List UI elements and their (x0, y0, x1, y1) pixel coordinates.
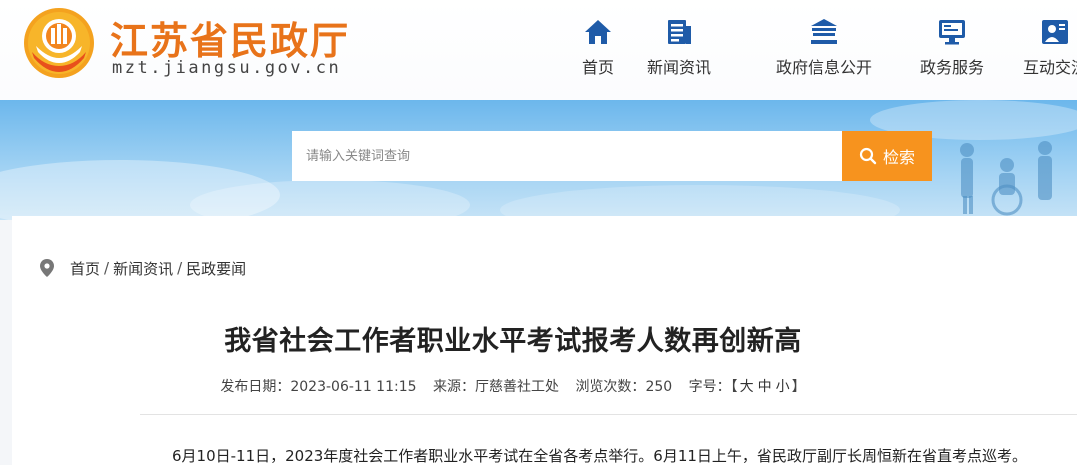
font-size-selector: 字号：【大中小】 (689, 379, 806, 395)
breadcrumb: 首页 / 新闻资讯 / 民政要闻 (40, 256, 246, 280)
source-meta: 来源：厅慈善社工处 (433, 379, 559, 395)
views-meta: 浏览次数：250 (575, 379, 672, 395)
search-input[interactable] (292, 131, 842, 181)
breadcrumb-link-civil-affairs-news[interactable]: 民政要闻 (186, 258, 246, 279)
nav-label-interaction: 互动交流 (1022, 58, 1077, 77)
elderly-silhouette-decoration (960, 141, 1052, 216)
font-size-bracket-open: 【 (730, 379, 738, 395)
site-domain: mzt.jiangsu.gov.cn (112, 58, 342, 78)
font-size-medium-button[interactable]: 中 (758, 379, 772, 395)
civil-affairs-emblem-icon (24, 8, 94, 78)
nav-item-gov-info[interactable]: 政府信息公开 (754, 14, 894, 84)
font-size-small-button[interactable]: 小 (776, 379, 790, 395)
nav-item-interaction[interactable]: 互动交流 (1000, 14, 1077, 84)
article-meta: 发布日期：2023-06-11 11:15 来源：厅慈善社工处 浏览次数：250… (12, 376, 1014, 396)
breadcrumb-link-news[interactable]: 新闻资讯 (113, 258, 173, 279)
nav-label-gov-info: 政府信息公开 (775, 58, 872, 77)
nav-label-services: 政务服务 (919, 58, 984, 77)
article-paragraph: 6月10日-11日，2023年度社会工作者职业水平考试在全省各考点举行。6月11… (172, 447, 1027, 465)
source-value: 厅慈善社工处 (474, 379, 559, 395)
publish-date: 2023-06-11 11:15 (290, 379, 417, 395)
publish-date-label: 发布日期： (220, 379, 291, 395)
government-building-icon (811, 19, 837, 44)
breadcrumb-link-home[interactable]: 首页 (70, 258, 100, 279)
location-pin-icon (40, 259, 54, 277)
search-icon (859, 147, 877, 165)
font-size-label: 字号： (688, 379, 731, 395)
search-button-label: 检索 (882, 148, 915, 167)
views-count: 250 (645, 379, 673, 395)
hero-banner: 检索 (0, 100, 1077, 220)
breadcrumb-separator: / (177, 259, 183, 277)
news-icon (668, 20, 691, 44)
search-button[interactable]: 检索 (842, 131, 932, 181)
font-size-bracket-close: 】 (791, 379, 806, 395)
nav-label-news: 新闻资讯 (646, 58, 711, 77)
site-header: 江苏省民政厅 mzt.jiangsu.gov.cn 首页 新闻资讯 政府信息公开… (0, 0, 1077, 100)
article-title: 我省社会工作者职业水平考试报考人数再创新高 (224, 326, 802, 357)
monitor-icon (939, 20, 965, 45)
meta-divider (140, 414, 1077, 415)
nav-item-services[interactable]: 政务服务 (897, 14, 1007, 84)
publish-date-meta: 发布日期：2023-06-11 11:15 (220, 379, 416, 395)
home-icon (585, 20, 611, 44)
nav-item-news[interactable]: 新闻资讯 (624, 14, 734, 84)
views-label: 浏览次数： (575, 379, 646, 395)
source-label: 来源： (432, 379, 475, 395)
font-size-large-button[interactable]: 大 (740, 379, 754, 395)
site-logo[interactable]: 江苏省民政厅 mzt.jiangsu.gov.cn (22, 6, 402, 86)
breadcrumb-separator: / (104, 259, 110, 277)
site-name: 江苏省民政厅 (110, 18, 351, 63)
chat-user-icon (1042, 20, 1068, 44)
article-card: 首页 / 新闻资讯 / 民政要闻 我省社会工作者职业水平考试报考人数再创新高 发… (12, 216, 1077, 465)
